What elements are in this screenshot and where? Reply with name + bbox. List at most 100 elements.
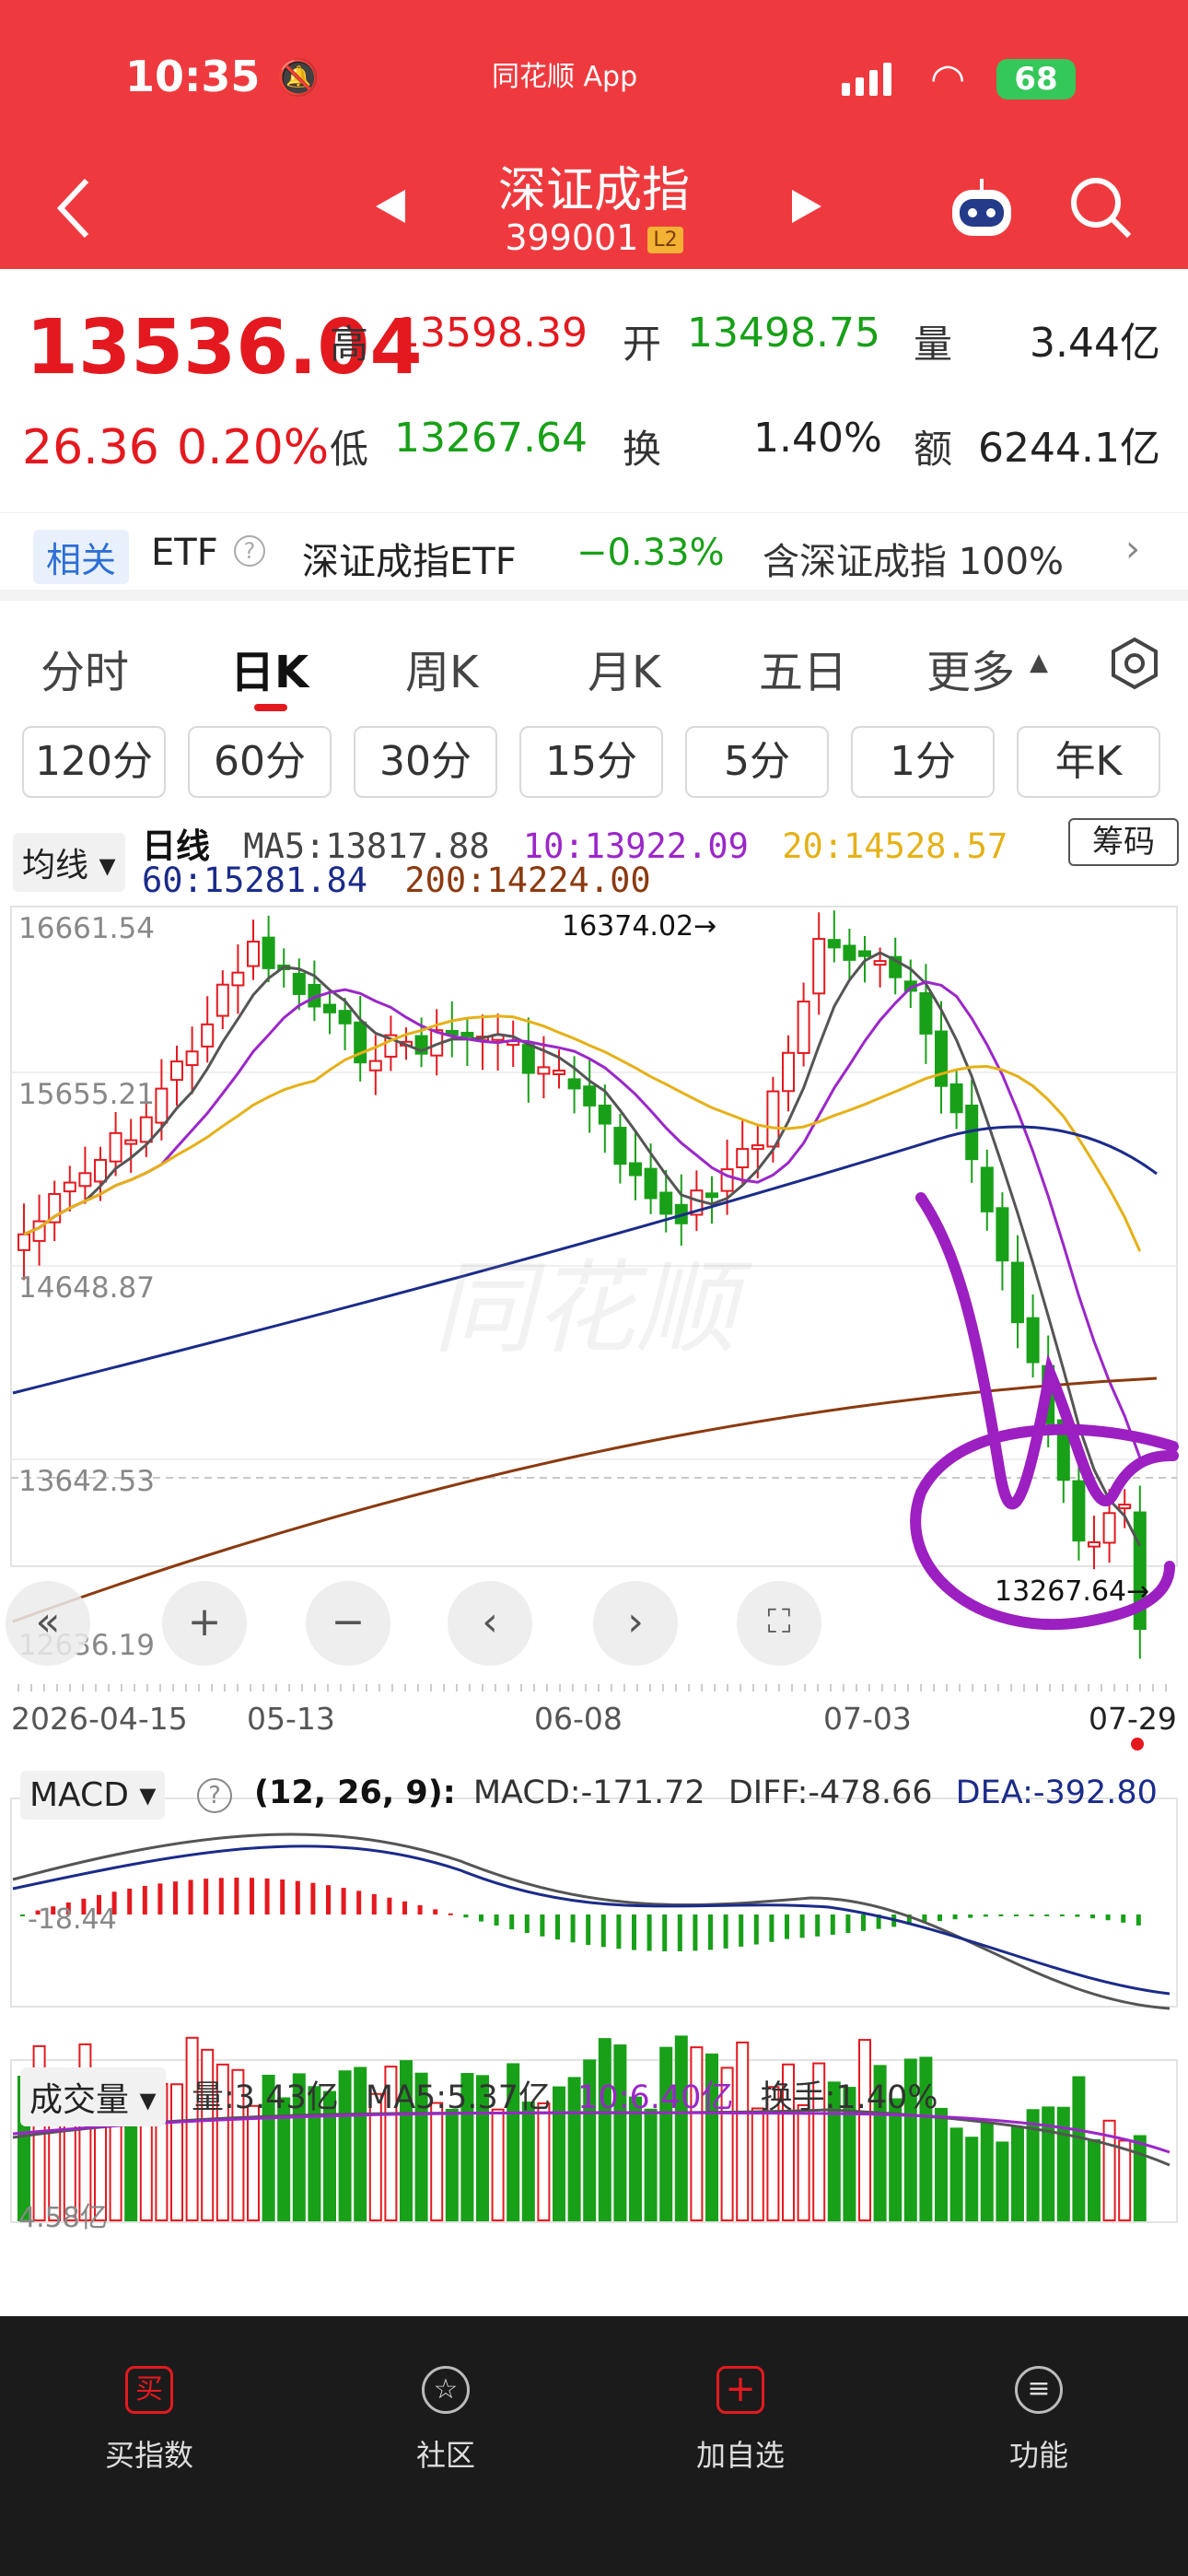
volume-bar [445, 2108, 459, 2221]
macd-axis-label: -18.44 [28, 1903, 117, 1936]
macd-bar [417, 1904, 423, 1914]
macd-bar [998, 1914, 1004, 1916]
macd-dropdown-label: MACD [29, 1776, 129, 1814]
volume-bar [598, 2038, 611, 2222]
date-axis-label-2: 05-13 [247, 1701, 335, 1737]
macd-bar [769, 1914, 775, 1942]
macd-bar [127, 1888, 133, 1914]
nav-buy-index-label: 买指数 [104, 2438, 193, 2473]
volume-value: 3.44亿 [1030, 320, 1160, 367]
candle-body [1026, 1317, 1040, 1364]
open-label: 开 [623, 322, 662, 367]
volume-bar [949, 2127, 963, 2222]
zoom-out-button[interactable]: − [306, 1581, 390, 1666]
macd-bar [20, 1914, 25, 1916]
candle-body [460, 1032, 474, 1038]
price-axis-label-2: 15655.21 [18, 1078, 155, 1111]
candle-body [109, 1131, 122, 1163]
candle-body [155, 1087, 169, 1124]
volume-bar [1072, 2076, 1086, 2222]
etf-change: −0.33% [577, 532, 725, 574]
vol-value: 量:3.43亿 [192, 2079, 339, 2116]
tab-daily-k[interactable]: 日K [230, 636, 309, 700]
period-year-k[interactable]: 年K [1017, 726, 1160, 798]
macd-bar [708, 1914, 713, 1950]
macd-bar [1121, 1914, 1126, 1923]
candle-body [629, 1162, 642, 1177]
robot-icon[interactable] [945, 177, 1019, 241]
macd-bar [830, 1914, 835, 1935]
fullscreen-button[interactable]: ⛶ [737, 1581, 821, 1666]
settings-hexagon-gear-icon[interactable] [1107, 636, 1162, 691]
tab-weekly-k[interactable]: 周K [405, 636, 478, 700]
community-star-icon: ☆ [422, 2366, 470, 2414]
volume-bar [751, 2107, 764, 2221]
tab-more[interactable]: 更多 [926, 636, 1015, 700]
move-right-button[interactable]: › [593, 1581, 678, 1666]
candle-body [598, 1104, 611, 1125]
macd-bar [280, 1879, 285, 1914]
macd-bar [310, 1882, 316, 1914]
diff-value: DIFF:-478.66 [728, 1774, 933, 1811]
macd-bar [188, 1879, 193, 1914]
candle-body [919, 991, 933, 1035]
next-triangle-right-icon[interactable] [788, 188, 825, 225]
price-axis-label-4: 13642.53 [18, 1465, 155, 1498]
macd-bar [968, 1914, 973, 1918]
nav-functions-label: 功能 [1008, 2438, 1068, 2473]
macd-bar [157, 1883, 163, 1914]
macd-bar [1044, 1914, 1050, 1916]
nav-community[interactable]: ☆ 社区 [354, 2316, 538, 2475]
macd-help-icon[interactable]: ? [197, 1778, 232, 1813]
tab-monthly-k[interactable]: 月K [588, 636, 660, 700]
help-icon[interactable]: ? [234, 535, 265, 567]
macd-bar [402, 1901, 407, 1914]
today-dot [1131, 1738, 1144, 1751]
tab-fenshi[interactable]: 分时 [41, 636, 129, 700]
volume-bar [736, 2041, 750, 2222]
nav-add-watchlist-label: 加自选 [695, 2438, 785, 2473]
candle-body [935, 1030, 948, 1087]
amount-value: 6244.1亿 [978, 425, 1160, 472]
period-30m[interactable]: 30分 [354, 726, 497, 798]
candle-body [338, 1010, 352, 1025]
macd-bar [815, 1914, 821, 1937]
nav-functions[interactable]: ≡ 功能 [947, 2316, 1131, 2475]
candle-body [980, 1166, 994, 1212]
macd-bar [632, 1914, 636, 1950]
candle-body [705, 1192, 718, 1199]
period-15m[interactable]: 15分 [519, 726, 663, 798]
candle-body [843, 944, 856, 961]
macd-bar [204, 1879, 209, 1914]
nav-buy-index[interactable]: 买 买指数 [57, 2316, 241, 2475]
high-label: 高 [330, 322, 369, 367]
related-etf-row[interactable]: 相关 ETF ? 深证成指ETF −0.33% 含深证成指 100% › [0, 512, 1188, 601]
macd-dropdown[interactable]: MACD ▾ [20, 1771, 166, 1820]
macd-bar [693, 1914, 698, 1951]
volume-bar [1026, 2109, 1040, 2222]
zoom-in-button[interactable]: + [162, 1581, 247, 1666]
scroll-far-left-button[interactable]: « [6, 1581, 90, 1666]
volume-bar [247, 2104, 260, 2222]
macd-bar [1075, 1914, 1080, 1917]
macd-bar [555, 1914, 560, 1940]
volume-bar [491, 2108, 505, 2222]
search-icon[interactable] [1068, 175, 1135, 241]
period-1m[interactable]: 1分 [851, 726, 995, 798]
macd-bar [799, 1914, 805, 1938]
macd-bar [861, 1914, 866, 1931]
volume-dropdown[interactable]: 成交量 ▾ [20, 2067, 166, 2126]
macd-bar [739, 1914, 744, 1947]
period-5m[interactable]: 5分 [685, 726, 829, 798]
top-header: 10:35 🔕 同花顺 App ◠ 68 深证成指 399001 L2 [0, 0, 1188, 269]
candle-body [139, 1116, 153, 1143]
nav-add-watchlist[interactable]: + 加自选 [648, 2316, 833, 2475]
candle-body [1102, 1512, 1116, 1544]
tab-five-day[interactable]: 五日 [759, 636, 847, 700]
period-120m[interactable]: 120分 [22, 726, 166, 798]
period-60m[interactable]: 60分 [188, 726, 332, 798]
low-annotation: 13267.64→ [995, 1575, 1150, 1608]
move-left-button[interactable]: ‹ [448, 1581, 532, 1666]
macd-bar [218, 1878, 224, 1914]
volume-bar [521, 2102, 535, 2221]
